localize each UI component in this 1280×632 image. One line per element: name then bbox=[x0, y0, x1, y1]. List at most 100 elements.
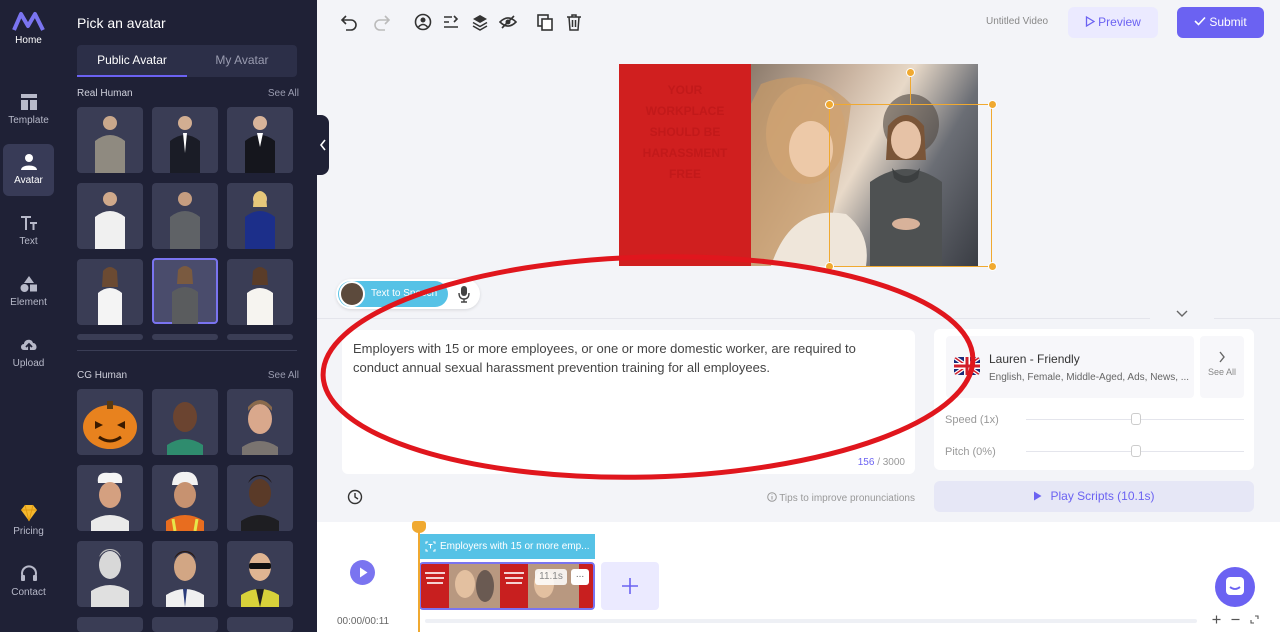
panel-title: Pick an avatar bbox=[77, 15, 166, 31]
avatar-thumb[interactable] bbox=[77, 541, 143, 607]
zoom-out-button[interactable] bbox=[1228, 615, 1242, 629]
duplicate-icon[interactable] bbox=[536, 13, 554, 31]
submit-button[interactable]: Submit bbox=[1177, 7, 1264, 38]
sunglasses-avatar-figure bbox=[241, 553, 279, 607]
avatar-thumb[interactable] bbox=[227, 389, 293, 455]
avatar-thumb[interactable] bbox=[152, 183, 218, 249]
avatar-thumb[interactable] bbox=[227, 465, 293, 531]
pitch-slider-knob[interactable] bbox=[1131, 445, 1141, 457]
avatar-thumb[interactable] bbox=[152, 389, 218, 455]
avatar-figure bbox=[95, 116, 125, 173]
text-icon bbox=[20, 216, 37, 230]
align-icon[interactable] bbox=[442, 13, 460, 31]
avatar-thumb[interactable] bbox=[77, 107, 143, 173]
nav-avatar[interactable]: Avatar bbox=[3, 144, 54, 196]
undo-icon[interactable] bbox=[340, 13, 358, 31]
avatar-thumb[interactable] bbox=[227, 541, 293, 607]
tips-label: Tips to improve pronunciations bbox=[779, 493, 915, 504]
voice-see-all-button[interactable]: See All bbox=[1200, 336, 1244, 398]
collapse-script-tab[interactable] bbox=[1150, 306, 1214, 320]
nav-pricing[interactable]: Pricing bbox=[3, 495, 54, 547]
redo-icon[interactable] bbox=[373, 13, 391, 31]
nav-home[interactable]: Home bbox=[3, 4, 54, 56]
avatar-thumb[interactable] bbox=[152, 541, 218, 607]
zoom-in-button[interactable] bbox=[1209, 615, 1223, 629]
nav-template[interactable]: Template bbox=[3, 84, 54, 136]
avatar-thumb[interactable] bbox=[77, 389, 143, 455]
play-outline-icon bbox=[1086, 15, 1096, 28]
avatar-thumb[interactable] bbox=[77, 617, 143, 632]
see-all-real-human[interactable]: See All bbox=[268, 88, 299, 99]
avatar-settings-icon[interactable] bbox=[414, 13, 432, 31]
timeline-play-button[interactable] bbox=[350, 560, 375, 585]
avatar-thumb-selected[interactable] bbox=[152, 258, 218, 324]
timeline-scrollbar[interactable] bbox=[425, 619, 1197, 623]
resize-handle-br[interactable] bbox=[988, 262, 997, 271]
avatar-thumb[interactable] bbox=[227, 334, 293, 340]
play-icon bbox=[360, 567, 368, 578]
avatar-figure bbox=[167, 402, 203, 455]
avatar-thumb[interactable] bbox=[152, 617, 218, 632]
left-nav: Home Template Avatar Text Element Upload… bbox=[0, 0, 57, 632]
play-scripts-button[interactable]: Play Scripts (10.1s) bbox=[934, 481, 1254, 512]
nav-upload[interactable]: Upload bbox=[3, 327, 54, 379]
playhead-handle[interactable] bbox=[412, 521, 426, 533]
avatar-thumb[interactable] bbox=[152, 334, 218, 340]
resize-handle-tr[interactable] bbox=[988, 100, 997, 109]
avatar-thumb[interactable] bbox=[227, 259, 293, 325]
avatar-thumb[interactable] bbox=[227, 107, 293, 173]
avatar-figure bbox=[170, 116, 200, 173]
avatar-thumb[interactable] bbox=[77, 334, 143, 340]
selection-box[interactable] bbox=[829, 104, 992, 267]
nav-contact[interactable]: Contact bbox=[3, 556, 54, 608]
delete-icon[interactable] bbox=[565, 13, 583, 31]
nav-text[interactable]: Text bbox=[3, 205, 54, 257]
rotate-handle[interactable] bbox=[906, 68, 915, 77]
avatar-thumb[interactable] bbox=[77, 259, 143, 325]
see-all-cg-human[interactable]: See All bbox=[268, 370, 299, 381]
upload-icon bbox=[20, 339, 37, 352]
tab-public-avatar[interactable]: Public Avatar bbox=[77, 45, 187, 77]
nav-upload-label: Upload bbox=[12, 358, 45, 369]
avatar-thumb[interactable] bbox=[152, 107, 218, 173]
hide-icon[interactable] bbox=[499, 13, 517, 31]
speed-slider-knob[interactable] bbox=[1131, 413, 1141, 425]
chat-support-button[interactable] bbox=[1215, 567, 1255, 607]
layers-icon[interactable] bbox=[471, 13, 489, 31]
voice-selector[interactable] bbox=[946, 336, 1194, 398]
poster-block[interactable]: YOUR WORKPLACE SHOULD BE HARASSMENT FREE bbox=[619, 64, 751, 266]
tts-toggle: Text to Speech bbox=[336, 279, 480, 309]
nav-element[interactable]: Element bbox=[3, 266, 54, 318]
tab-my-avatar[interactable]: My Avatar bbox=[187, 45, 297, 77]
microphone-icon[interactable] bbox=[457, 285, 471, 303]
rotate-line bbox=[910, 73, 911, 104]
script-text[interactable]: Employers with 15 or more employees, or … bbox=[353, 339, 893, 377]
pronunciation-tips-link[interactable]: Tips to improve pronunciations bbox=[760, 492, 915, 504]
avatar-thumb[interactable] bbox=[227, 183, 293, 249]
avatar-figure bbox=[245, 116, 275, 173]
collapse-panel-button[interactable] bbox=[317, 115, 329, 175]
avatar-thumb[interactable] bbox=[227, 617, 293, 632]
video-clip[interactable] bbox=[419, 562, 595, 610]
avatar-thumb[interactable] bbox=[77, 183, 143, 249]
preview-button[interactable]: Preview bbox=[1068, 7, 1158, 38]
fit-timeline-button[interactable] bbox=[1247, 615, 1261, 629]
text-clip-label: Employers with 15 or more emp... bbox=[440, 541, 590, 552]
resize-handle-bl[interactable] bbox=[825, 262, 834, 271]
text-clip[interactable]: Employers with 15 or more emp... bbox=[420, 534, 595, 559]
minus-icon bbox=[1231, 618, 1239, 621]
clock-icon[interactable] bbox=[347, 489, 363, 505]
text-frame-icon bbox=[425, 541, 436, 552]
check-icon bbox=[1194, 16, 1206, 26]
panel-divider bbox=[77, 350, 297, 351]
avatar-tabs: Public Avatar My Avatar bbox=[77, 45, 297, 77]
avatar-thumb[interactable] bbox=[77, 465, 143, 531]
avatar-thumb[interactable] bbox=[152, 465, 218, 531]
video-title[interactable]: Untitled Video bbox=[986, 16, 1048, 27]
resize-handle-tl[interactable] bbox=[825, 100, 834, 109]
play-icon bbox=[1034, 491, 1042, 501]
clip-menu-button[interactable]: ... bbox=[571, 569, 589, 585]
add-clip-button[interactable] bbox=[601, 562, 659, 610]
char-count: 156 bbox=[857, 457, 875, 468]
clip-thumbnails bbox=[421, 564, 593, 608]
